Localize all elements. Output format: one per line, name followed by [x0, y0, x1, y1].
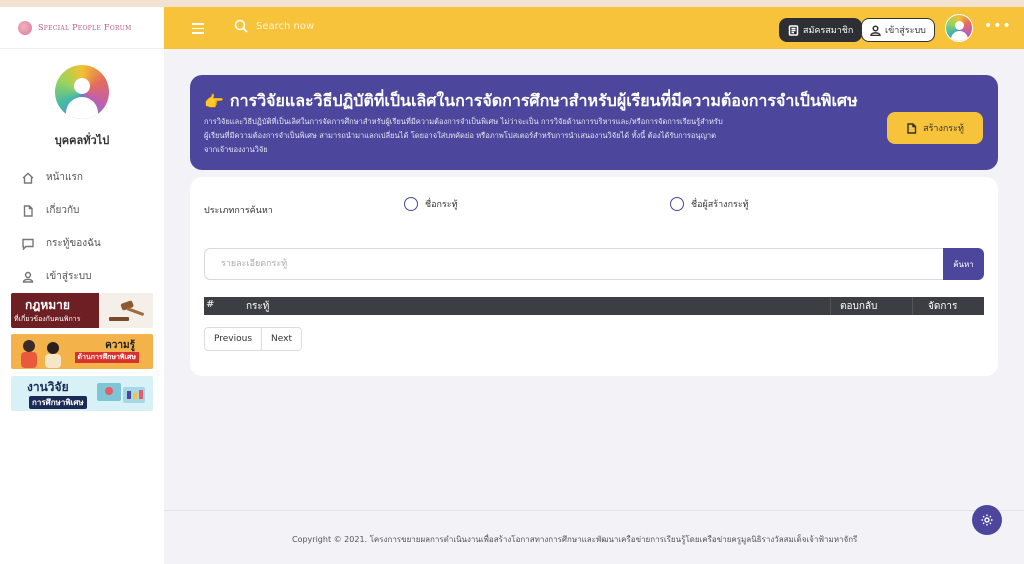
banner-law[interactable]: กฎหมาย ที่เกี่ยวข้องกับคนพิการ — [11, 293, 153, 328]
sidebar-item-label: กระทู้ของฉัน — [46, 238, 101, 249]
topic-table-header: # กระทู้ ตอบกลับ จัดการ — [204, 297, 984, 315]
previous-page-button[interactable]: Previous — [205, 328, 262, 350]
sidebar-nav: หน้าแรก เกี่ยวกับ กระทู้ของฉัน เข้าสู่ระ… — [0, 161, 164, 293]
sidebar-item-label: เกี่ยวกับ — [46, 205, 80, 216]
more-options-icon[interactable]: ••• — [984, 19, 1012, 33]
search-icon — [234, 19, 248, 33]
people-illustration-icon — [21, 340, 61, 368]
topic-detail-input[interactable] — [204, 248, 944, 280]
brand-name: Special People Forum — [38, 23, 132, 32]
gear-icon — [981, 514, 993, 526]
register-button[interactable]: สมัครสมาชิก — [779, 18, 863, 42]
login-button[interactable]: เข้าสู่ระบบ — [861, 18, 935, 42]
column-header-topic[interactable]: กระทู้ — [246, 299, 269, 314]
brand-logo-icon — [18, 20, 32, 35]
radio-author-name-label: ชื่อผู้สร้างกระทู้ — [691, 200, 749, 210]
chat-icon — [22, 238, 34, 250]
radio-topic-name[interactable]: ชื่อกระทู้ — [404, 197, 458, 211]
column-header-number[interactable]: # — [206, 299, 214, 310]
banner-knowledge-title: ความรู้ — [105, 340, 135, 351]
browser-top-strip — [0, 0, 1024, 7]
top-header: สมัครสมาชิก เข้าสู่ระบบ ••• — [164, 7, 1024, 49]
forum-hero: 👉 การวิจัยและวิธีปฏิบัติที่เป็นเลิศในการ… — [190, 75, 998, 170]
search-button[interactable]: ค้นหา — [943, 248, 984, 280]
radio-circle-icon — [404, 197, 418, 211]
radio-topic-name-label: ชื่อกระทู้ — [425, 200, 458, 210]
pagination: Previous Next — [204, 327, 303, 351]
banner-law-subtitle: ที่เกี่ยวข้องกับคนพิการ — [14, 315, 81, 323]
register-form-icon — [788, 24, 799, 36]
hero-title-row: 👉 การวิจัยและวิธีปฏิบัติที่เป็นเลิศในการ… — [204, 89, 858, 114]
user-name: บุคคลทั่วไป — [54, 134, 110, 147]
banner-research-title: งานวิจัย — [27, 380, 69, 394]
user-block: บุคคลทั่วไป — [0, 49, 164, 149]
create-topic-label: สร้างกระทู้ — [923, 124, 964, 134]
sidebar-item-label: เข้าสู่ระบบ — [46, 271, 92, 282]
sidebar-item-login[interactable]: เข้าสู่ระบบ — [0, 260, 164, 293]
hero-description: การวิจัยและวิธีปฏิบัติที่เป็นเลิศในการจั… — [204, 117, 723, 154]
sidebar-item-about[interactable]: เกี่ยวกับ — [0, 194, 164, 227]
sidebar-item-home[interactable]: หน้าแรก — [0, 161, 164, 194]
column-divider — [912, 297, 913, 315]
banner-research-subtitle: การศึกษาพิเศษ — [29, 396, 87, 409]
banner-law-title: กฎหมาย — [25, 298, 70, 312]
sidebar: Special People Forum บุคคลทั่วไป หน้าแรก… — [0, 7, 164, 564]
document-icon — [907, 122, 917, 134]
user-avatar — [55, 65, 109, 119]
gavel-icon — [109, 300, 144, 321]
search-type-label: ประเภทการค้นหา — [204, 206, 273, 216]
column-header-manage[interactable]: จัดการ — [928, 299, 957, 314]
footer: Copyright © 2021. โครงการขยายผลการดำเนิน… — [164, 510, 1024, 564]
search-input[interactable] — [256, 20, 416, 32]
menu-toggle-icon[interactable] — [192, 23, 204, 34]
home-icon — [22, 172, 34, 184]
topic-list-card: ประเภทการค้นหา ชื่อกระทู้ ชื่อผู้สร้างกร… — [190, 177, 998, 376]
sidebar-item-label: หน้าแรก — [46, 172, 83, 183]
brand-logo-link[interactable]: Special People Forum — [0, 7, 164, 49]
column-header-replies[interactable]: ตอบกลับ — [840, 299, 877, 314]
create-topic-button[interactable]: สร้างกระทู้ — [887, 112, 983, 144]
research-illustration-icon — [97, 383, 145, 403]
header-search — [234, 19, 416, 33]
login-label: เข้าสู่ระบบ — [885, 26, 926, 36]
page-title: การวิจัยและวิธีปฏิบัติที่เป็นเลิศในการจั… — [229, 91, 858, 110]
banner-knowledge[interactable]: ความรู้ ด้านการศึกษาพิเศษ — [11, 334, 153, 369]
radio-circle-icon — [670, 197, 684, 211]
header-avatar[interactable] — [945, 14, 973, 42]
column-divider — [830, 297, 831, 315]
banner-research[interactable]: งานวิจัย การศึกษาพิเศษ — [11, 376, 153, 411]
user-icon — [870, 24, 881, 36]
pointing-hand-icon: 👉 — [204, 92, 224, 111]
sidebar-item-my-topics[interactable]: กระทู้ของฉัน — [0, 227, 164, 260]
banner-knowledge-subtitle: ด้านการศึกษาพิเศษ — [74, 352, 139, 363]
register-label: สมัครสมาชิก — [803, 26, 854, 36]
settings-button[interactable] — [972, 505, 1002, 535]
copyright-text: Copyright © 2021. โครงการขยายผลการดำเนิน… — [292, 535, 858, 544]
user-icon — [22, 271, 34, 283]
document-icon — [23, 204, 33, 217]
next-page-button[interactable]: Next — [261, 328, 302, 350]
radio-author-name[interactable]: ชื่อผู้สร้างกระทู้ — [670, 197, 749, 211]
